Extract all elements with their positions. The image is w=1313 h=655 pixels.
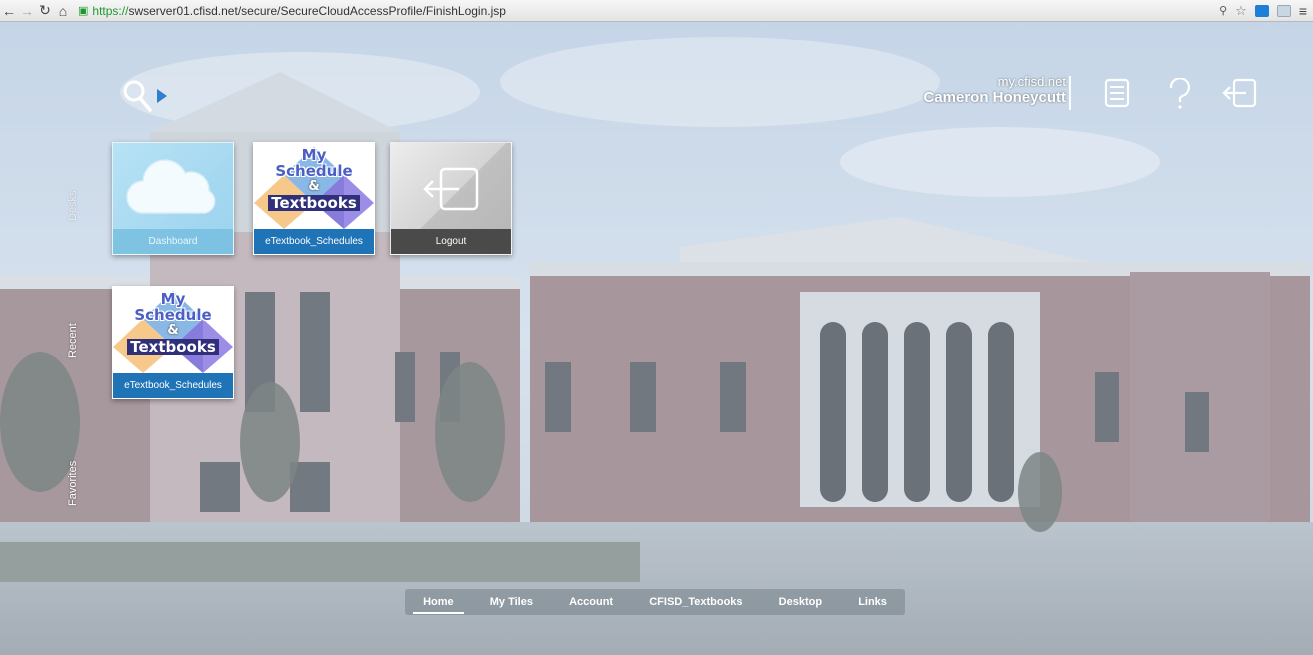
- schedule-logo-text: My Schedule & Textbooks: [254, 147, 374, 211]
- nav-account[interactable]: Account: [563, 596, 619, 608]
- cloud-icon: [126, 159, 216, 214]
- tile-caption: eTextbook_Schedules: [113, 373, 233, 398]
- logo-line-schedule: Schedule: [134, 306, 212, 324]
- side-nav-favorites[interactable]: Favorites: [67, 461, 79, 506]
- user-name: Cameron Honeycutt: [923, 89, 1066, 106]
- logo-line-amp: &: [167, 323, 179, 338]
- portal-page: my.cfisd.net Cameron Honeycutt Desks Rec…: [0, 22, 1313, 655]
- tile-dashboard[interactable]: Dashboard: [112, 142, 234, 255]
- home-icon[interactable]: ⌂: [54, 3, 72, 19]
- header-divider: [1069, 76, 1071, 110]
- recent-tile-etextbook-schedules[interactable]: My Schedule & Textbooks eTextbook_Schedu…: [112, 286, 234, 399]
- logo-line-amp: &: [308, 179, 320, 194]
- star-bookmark-icon[interactable]: ☆: [1235, 3, 1247, 19]
- search-button[interactable]: [122, 79, 168, 113]
- nav-home[interactable]: Home: [413, 596, 464, 614]
- tile-caption: Logout: [391, 229, 511, 254]
- logo-line-my: My: [301, 146, 327, 164]
- extension-icon[interactable]: [1254, 4, 1269, 17]
- logout-tile-icon: [423, 167, 479, 211]
- side-nav-desks[interactable]: Desks: [67, 190, 79, 221]
- url-protocol: https://: [92, 3, 129, 18]
- logo-line-my: My: [160, 290, 186, 308]
- url-path: swserver01.cfisd.net/secure/SecureCloudA…: [128, 3, 506, 18]
- search-icon: [123, 80, 152, 112]
- user-info: my.cfisd.net Cameron Honeycutt: [923, 74, 1066, 107]
- tile-caption: Dashboard: [113, 229, 233, 254]
- logo-line-schedule: Schedule: [275, 162, 353, 180]
- forward-arrow-icon[interactable]: →: [18, 3, 36, 19]
- address-bar[interactable]: ▣ https:// swserver01.cfisd.net/secure/S…: [78, 2, 506, 20]
- nav-cfisd-textbooks[interactable]: CFISD_Textbooks: [643, 596, 748, 608]
- help-icon[interactable]: [1168, 78, 1192, 110]
- logout-icon[interactable]: [1222, 78, 1258, 108]
- browser-toolbar: ← → ↻ ⌂ ▣ https:// swserver01.cfisd.net/…: [0, 0, 1313, 22]
- nav-desktop[interactable]: Desktop: [773, 596, 828, 608]
- tile-caption: eTextbook_Schedules: [254, 229, 374, 254]
- tile-logout[interactable]: Logout: [390, 142, 512, 255]
- list-menu-icon[interactable]: [1104, 78, 1130, 108]
- extension-secondary-icon[interactable]: [1276, 4, 1291, 17]
- play-arrow-icon: [157, 89, 167, 103]
- browser-menu-icon[interactable]: ≡: [1299, 3, 1307, 19]
- logo-line-textbooks: Textbooks: [268, 195, 360, 211]
- bottom-navigation: Home My Tiles Account CFISD_Textbooks De…: [405, 589, 905, 615]
- key-icon[interactable]: ⚲: [1219, 4, 1227, 17]
- side-nav-recent[interactable]: Recent: [67, 323, 79, 358]
- site-name: my.cfisd.net: [997, 74, 1066, 89]
- lock-icon: ▣: [78, 5, 89, 17]
- tile-etextbook-schedules[interactable]: My Schedule & Textbooks eTextbook_Schedu…: [253, 142, 375, 255]
- back-arrow-icon[interactable]: ←: [0, 3, 18, 19]
- nav-links[interactable]: Links: [852, 596, 893, 608]
- logo-line-textbooks: Textbooks: [127, 339, 219, 355]
- schedule-logo-text: My Schedule & Textbooks: [113, 291, 233, 355]
- nav-my-tiles[interactable]: My Tiles: [484, 596, 539, 608]
- reload-icon[interactable]: ↻: [36, 2, 54, 19]
